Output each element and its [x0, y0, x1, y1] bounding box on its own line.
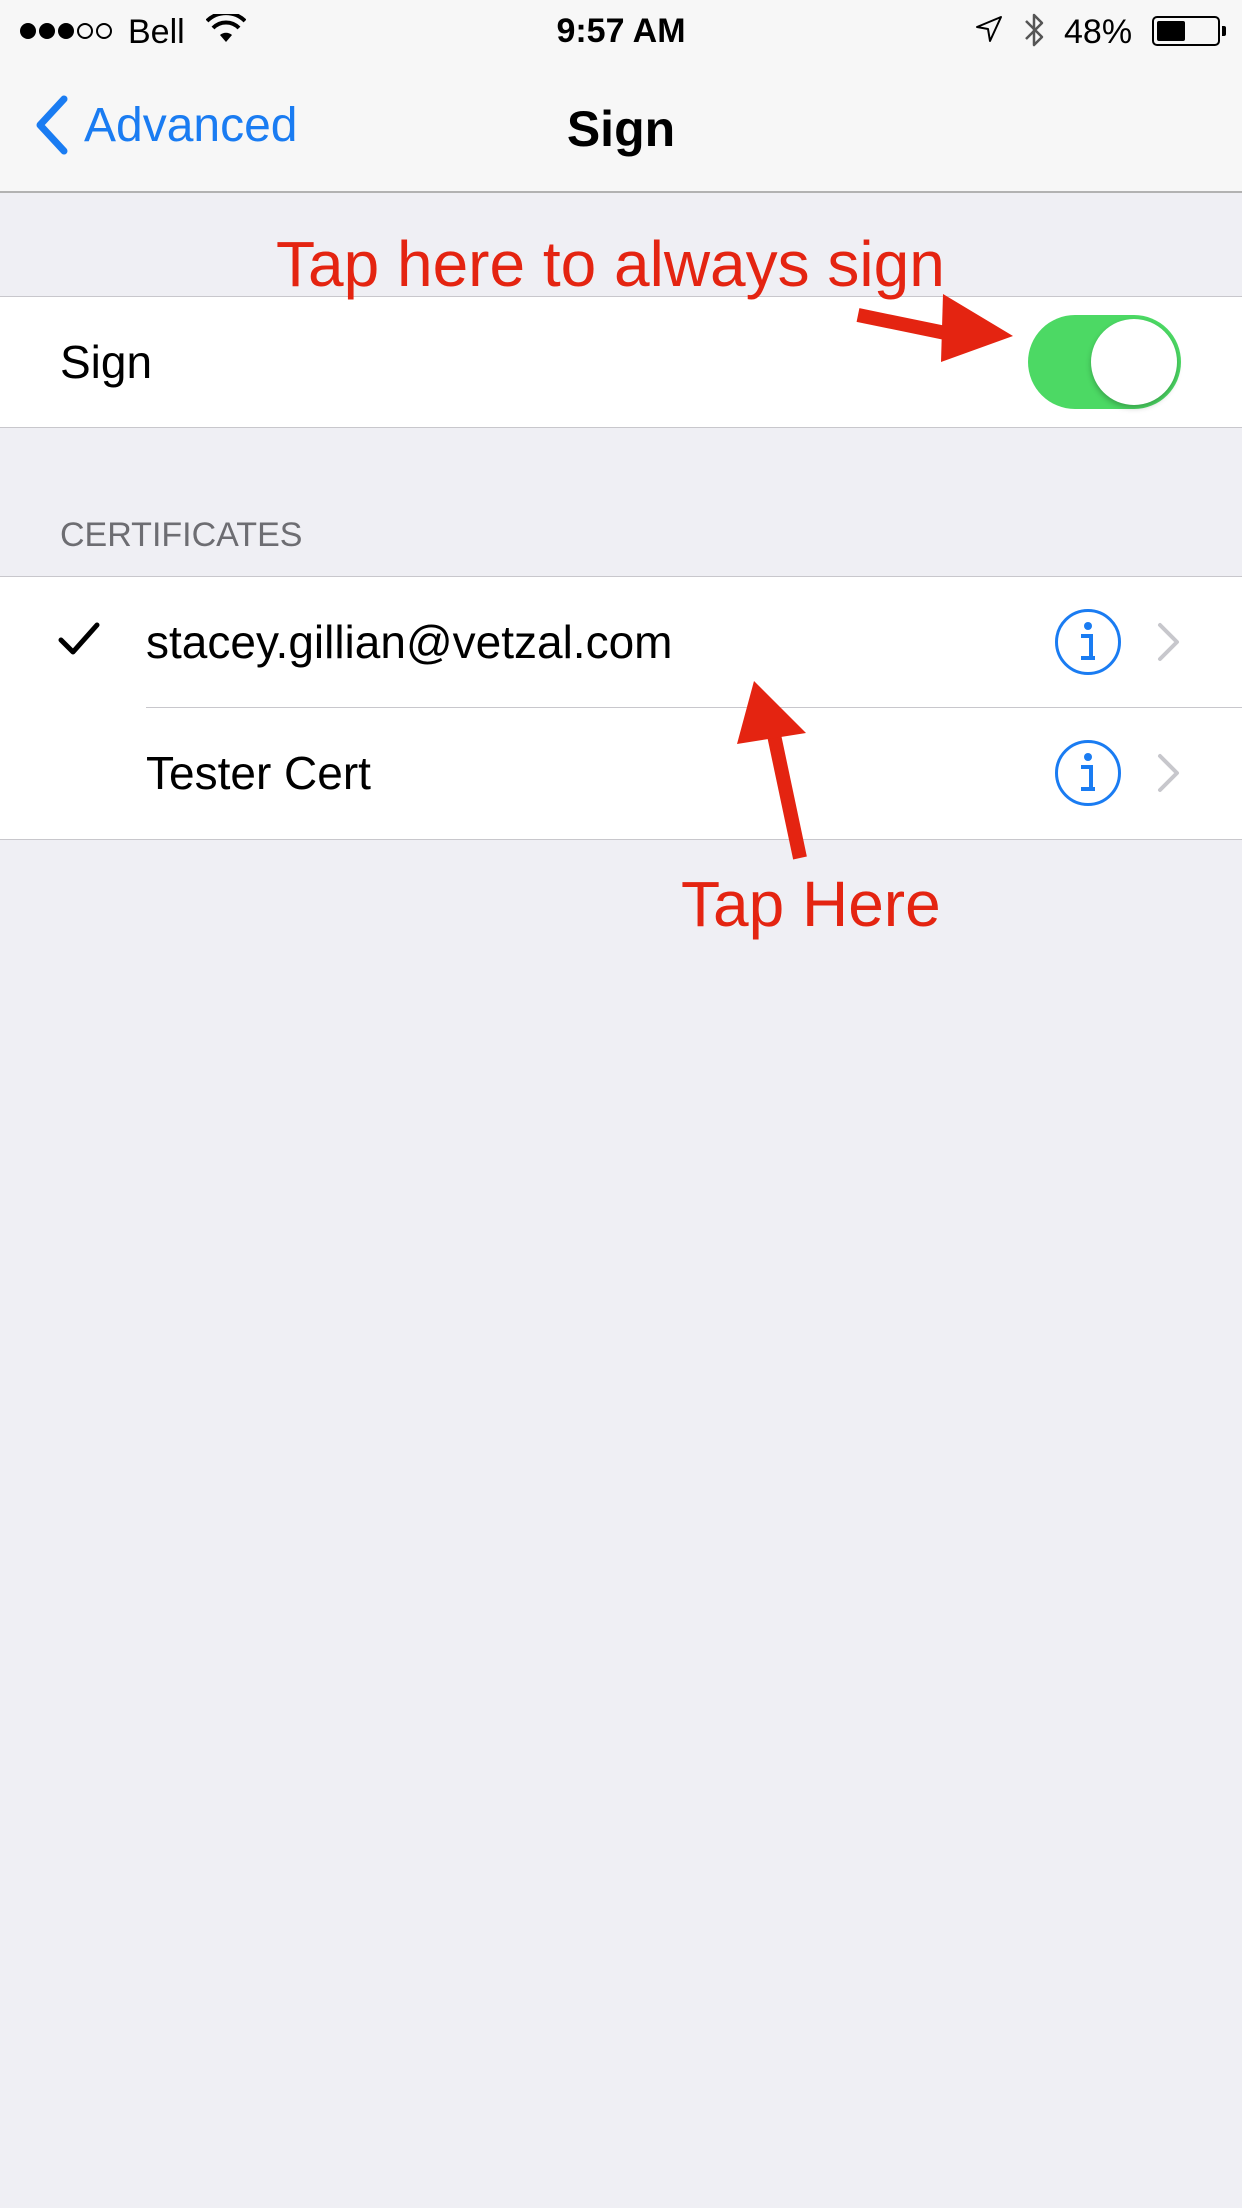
- sign-row: Sign: [0, 296, 1242, 428]
- battery-level: [1157, 21, 1185, 41]
- location-icon: [976, 16, 1002, 42]
- annotation-cert-hint: Tap Here: [681, 868, 941, 940]
- certificate-label: Tester Cert: [146, 747, 371, 799]
- status-bar: Bell 9:57 AM 48%: [0, 0, 1242, 60]
- toggle-knob: [1091, 319, 1177, 405]
- battery-percent: 48%: [1064, 13, 1133, 51]
- info-icon[interactable]: [1054, 608, 1122, 676]
- certificate-label: stacey.gillian@vetzal.com: [146, 616, 673, 668]
- checkmark-icon: [58, 622, 100, 655]
- certificate-row[interactable]: Tester Cert: [0, 708, 1242, 839]
- sign-label: Sign: [60, 336, 153, 388]
- info-icon[interactable]: [1054, 739, 1122, 807]
- annotation-toggle-hint: Tap here to always sign: [276, 228, 945, 300]
- battery-icon: [1152, 16, 1220, 46]
- page-title: Sign: [566, 101, 676, 157]
- status-time: 9:57 AM: [556, 12, 686, 50]
- chevron-right-icon: [1158, 754, 1179, 792]
- certificates-header: CERTIFICATES: [60, 516, 303, 554]
- bluetooth-icon: [1025, 13, 1044, 47]
- certificate-row[interactable]: stacey.gillian@vetzal.com: [0, 577, 1242, 708]
- certificates-list: stacey.gillian@vetzal.com Tester Cert: [0, 576, 1242, 840]
- sign-toggle[interactable]: [1028, 315, 1181, 409]
- battery-tip: [1222, 26, 1226, 36]
- navigation-bar: Advanced Sign: [0, 60, 1242, 193]
- chevron-right-icon: [1158, 623, 1179, 661]
